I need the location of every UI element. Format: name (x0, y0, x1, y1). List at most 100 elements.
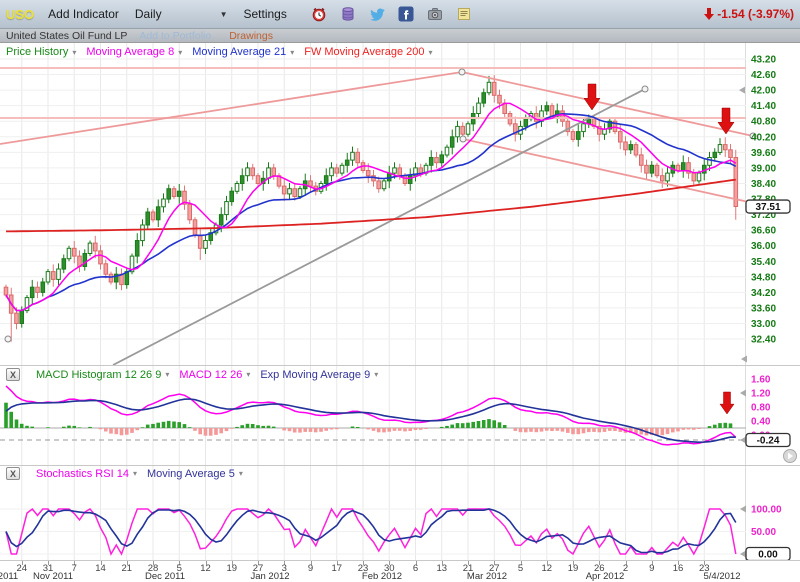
chart-area: 43.20 42.60 42.00 41.40 40.80 40.20 39.60 39.00… (0, 43, 800, 579)
svg-text:35.40: 35.40 (751, 257, 776, 268)
svg-text:32.40: 32.40 (751, 335, 776, 346)
svg-text:42.60: 42.60 (751, 70, 776, 81)
month-label: 5/4/2012 (704, 571, 741, 582)
day-label: 9 (308, 563, 313, 574)
svg-text:39.60: 39.60 (751, 148, 776, 159)
company-name: United States Oil Fund LP (6, 30, 127, 42)
add-indicator-button[interactable]: Add Indicator (48, 7, 119, 21)
day-label: 12 (541, 563, 552, 574)
svg-text:100.00: 100.00 (751, 505, 782, 516)
svg-text:40.80: 40.80 (751, 117, 776, 128)
day-label: 17 (331, 563, 342, 574)
price-chart-panel[interactable]: 43.20 42.60 42.00 41.40 40.80 40.20 39.60 39.00… (0, 43, 800, 365)
day-label: 6 (413, 563, 418, 574)
top-toolbar: USO Add Indicator Daily ▼ Settings -1.54… (0, 0, 800, 29)
dropdown-caret-icon[interactable]: ▾ (72, 48, 76, 57)
alarm-icon[interactable] (311, 6, 327, 22)
day-label: 16 (673, 563, 684, 574)
day-label: 21 (121, 563, 132, 574)
facebook-icon[interactable] (398, 6, 414, 22)
svg-text:1.60: 1.60 (751, 375, 771, 386)
svg-text:36.00: 36.00 (751, 241, 776, 252)
svg-text:38.40: 38.40 (751, 179, 776, 190)
legend-item[interactable]: Price History (6, 46, 68, 58)
timeframe-value: Daily (135, 7, 162, 21)
svg-text:50.00: 50.00 (751, 527, 776, 538)
symbol-info-bar: United States Oil Fund LP Add to Portfol… (0, 29, 800, 43)
month-label: Mar 2012 (467, 571, 507, 582)
chevron-down-icon: ▼ (220, 10, 228, 19)
month-label: Jan 2012 (250, 571, 289, 582)
svg-text:39.00: 39.00 (751, 163, 776, 174)
notes-icon[interactable] (456, 6, 472, 22)
day-label: 14 (95, 563, 106, 574)
stoch-axis: 100.00 50.00 0.00 (740, 505, 790, 561)
add-to-portfolio-link[interactable]: Add to Portfolio (139, 30, 211, 42)
stoch-panel-legend: X Stochastics RSI 14 ▾ Moving Average 5 ▾ (6, 467, 245, 480)
dropdown-caret-icon[interactable]: ▾ (374, 370, 378, 379)
dropdown-caret-icon[interactable]: ▾ (165, 370, 169, 379)
twitter-icon[interactable] (369, 6, 385, 22)
price-panel-legend: Price History ▾ Moving Average 8 ▾ Moving Av… (6, 46, 435, 58)
legend-item[interactable]: Moving Average 21 (192, 46, 286, 58)
day-label: 5 (518, 563, 523, 574)
price-change: -1.54 (-3.97%) (704, 7, 794, 21)
day-label: 9 (649, 563, 654, 574)
day-label: 12 (200, 563, 211, 574)
svg-text:-0.24: -0.24 (757, 436, 780, 447)
grid (0, 466, 746, 560)
legend-item[interactable]: Moving Average 8 (86, 46, 174, 58)
macd-lines (6, 386, 736, 445)
timeframe-dropdown[interactable]: Daily ▼ (135, 7, 228, 21)
month-label: Apr 2012 (586, 571, 625, 582)
legend-item[interactable]: Exp Moving Average 9 (260, 369, 370, 381)
legend-item[interactable]: FW Moving Average 200 (304, 46, 424, 58)
svg-text:41.40: 41.40 (751, 101, 776, 112)
settings-button[interactable]: Settings (243, 7, 286, 21)
down-arrow-icon (704, 8, 714, 20)
panel-close-button[interactable]: X (6, 467, 20, 480)
svg-text:33.00: 33.00 (751, 319, 776, 330)
month-label: 2011 (0, 571, 18, 582)
svg-text:34.80: 34.80 (751, 272, 776, 283)
svg-text:0.40: 0.40 (751, 417, 771, 428)
dropdown-caret-icon[interactable]: ▾ (239, 469, 243, 478)
dropdown-caret-icon[interactable]: ▾ (178, 48, 182, 57)
month-label: Dec 2011 (145, 571, 185, 582)
svg-text:42.00: 42.00 (751, 86, 776, 97)
drawings-link[interactable]: Drawings (229, 30, 273, 42)
svg-text:0.80: 0.80 (751, 403, 771, 414)
svg-text:0.00: 0.00 (758, 550, 778, 561)
legend-item[interactable]: Stochastics RSI 14 (36, 468, 129, 480)
panel-close-button[interactable]: X (6, 368, 20, 381)
svg-text:37.51: 37.51 (755, 202, 780, 213)
camera-icon[interactable] (427, 6, 443, 22)
svg-text:36.60: 36.60 (751, 226, 776, 237)
grid (0, 43, 746, 365)
macd-panel-legend: X MACD Histogram 12 26 9 ▾ MACD 12 26 ▾ Exp M… (6, 368, 380, 381)
macd-histogram (4, 403, 732, 436)
candles (4, 75, 737, 342)
price-axis: 43.20 42.60 42.00 41.40 40.80 40.20 39.60 39.00… (739, 55, 790, 363)
database-icon[interactable] (340, 6, 356, 22)
month-label: Feb 2012 (362, 571, 402, 582)
dropdown-caret-icon[interactable]: ▾ (290, 48, 294, 57)
legend-item[interactable]: MACD Histogram 12 26 9 (36, 369, 161, 381)
change-value: -1.54 (-3.97%) (717, 7, 794, 21)
month-label: Nov 2011 (33, 571, 73, 582)
symbol-label: USO (6, 7, 34, 22)
macd-axis: 1.601.200.800.400.00-0.24 (740, 375, 797, 463)
legend-item[interactable]: Moving Average 5 (147, 468, 235, 480)
legend-item[interactable]: MACD 12 26 (179, 369, 242, 381)
svg-text:34.20: 34.20 (751, 288, 776, 299)
svg-text:1.20: 1.20 (751, 389, 771, 400)
svg-text:33.60: 33.60 (751, 303, 776, 314)
day-label: 19 (226, 563, 237, 574)
dropdown-caret-icon[interactable]: ▾ (133, 469, 137, 478)
svg-text:43.20: 43.20 (751, 55, 776, 66)
dropdown-caret-icon[interactable]: ▾ (428, 48, 432, 57)
svg-text:40.20: 40.20 (751, 132, 776, 143)
day-label: 19 (568, 563, 579, 574)
dropdown-caret-icon[interactable]: ▾ (246, 370, 250, 379)
day-label: 13 (436, 563, 447, 574)
